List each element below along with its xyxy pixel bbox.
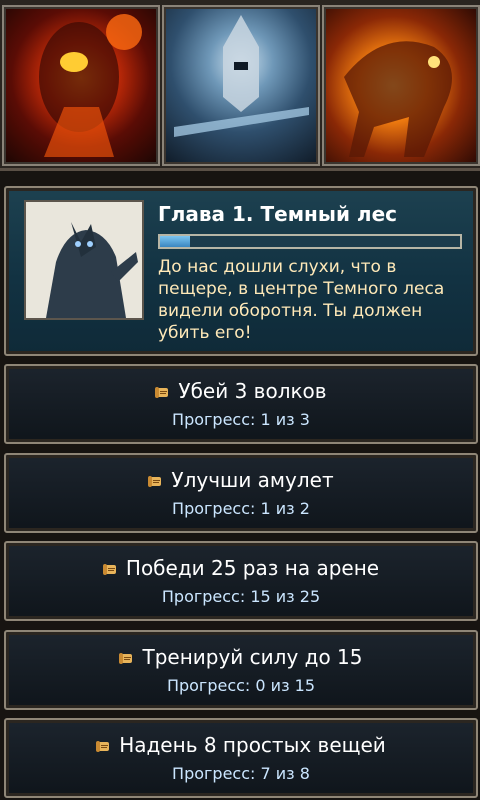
chapter-progress-bar (158, 234, 462, 249)
werewolf-icon (26, 202, 142, 318)
scroll-icon (148, 476, 162, 487)
fire-horse-icon (344, 41, 452, 157)
scroll-icon (96, 741, 110, 752)
quest-progress: Прогресс: 0 из 15 (166, 676, 316, 695)
fire-golem-portrait[interactable] (2, 5, 160, 166)
fire-golem-icon (39, 14, 142, 157)
scroll-icon (102, 564, 116, 575)
fire-horse-portrait[interactable] (322, 5, 480, 166)
armored-knight-icon (174, 15, 309, 137)
quest-progress: Прогресс: 7 из 8 (172, 764, 310, 783)
chapter-title: Глава 1. Темный лес (158, 202, 397, 226)
quest-item[interactable]: Победи 25 раз на арене Прогресс: 15 из 2… (4, 541, 478, 621)
armored-knight-portrait[interactable] (162, 5, 320, 166)
quest-title: Надень 8 простых вещей (6, 732, 476, 758)
quest-title: Убей 3 волков (6, 378, 476, 404)
scroll-icon (119, 653, 133, 664)
chapter-description: До нас дошли слухи, что в пещере, в цент… (158, 257, 445, 343)
quest-title: Улучши амулет (6, 467, 476, 493)
quest-progress: Прогресс: 1 из 3 (172, 410, 310, 429)
chapter-panel[interactable]: Глава 1. Темный лес До нас дошли слухи, … (4, 186, 478, 356)
quest-item[interactable]: Надень 8 простых вещей Прогресс: 7 из 8 (4, 718, 478, 798)
quest-title: Тренируй силу до 15 (6, 644, 476, 670)
quest-item[interactable]: Улучши амулет Прогресс: 1 из 2 (4, 453, 478, 533)
quest-progress: Прогресс: 15 из 25 (161, 587, 321, 606)
scroll-icon (155, 387, 169, 398)
quest-title: Победи 25 раз на арене (6, 555, 476, 581)
hero-banner (0, 0, 480, 171)
chapter-progress-fill (160, 236, 190, 247)
quest-progress: Прогресс: 1 из 2 (172, 499, 310, 518)
werewolf-portrait (24, 200, 144, 320)
quest-item[interactable]: Убей 3 волков Прогресс: 1 из 3 (4, 364, 478, 444)
quest-item[interactable]: Тренируй силу до 15 Прогресс: 0 из 15 (4, 630, 478, 710)
